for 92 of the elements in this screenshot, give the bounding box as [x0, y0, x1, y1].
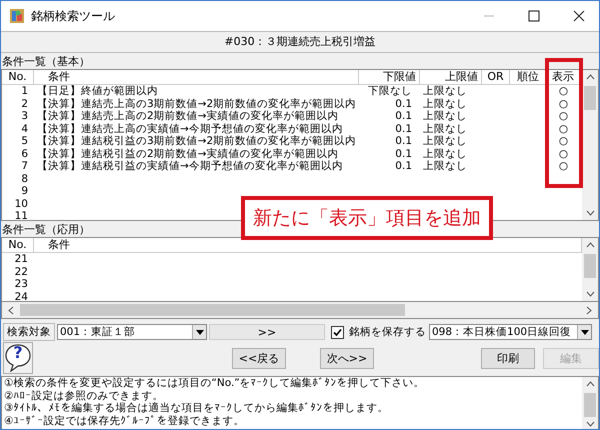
maximize-icon[interactable]: [528, 10, 540, 22]
table-cell-text: 【決算】連結売上高の2期前数値→実績値の変化率が範囲以内: [36, 110, 340, 122]
table-cell-text: 上限なし: [422, 110, 468, 122]
chevron-up-icon[interactable]: [586, 242, 594, 248]
chevron-left-icon[interactable]: [8, 306, 14, 314]
section-label: 条件一覧（基本）: [1, 55, 90, 68]
table-cell-text: 7: [20, 160, 29, 172]
scrollbar[interactable]: [1, 302, 599, 319]
dropdown[interactable]: 098：本日株価100日線回復: [429, 324, 592, 340]
table-cell-text: 9: [20, 185, 29, 198]
scrollbar[interactable]: [582, 238, 598, 301]
table-cell-text: 10: [14, 198, 29, 210]
column-header: No.: [2, 238, 34, 252]
app-icon: [9, 8, 25, 24]
table-cell-text: 0.1: [394, 110, 413, 122]
column-header: 順位: [510, 70, 547, 84]
button[interactable]: 次へ>>: [320, 348, 374, 368]
table-cell-text: 【決算】連結税引益の実績値→今期予想値の変化率が範囲以内: [36, 160, 344, 172]
table-cell-text: 3: [20, 110, 29, 122]
screen-heading: #030：３期連続売上税引増益: [1, 31, 599, 53]
scroll-thumb[interactable]: [584, 86, 596, 110]
dropdown[interactable]: 001：東証１部: [57, 324, 207, 340]
instruction-text: ③ﾀｲﾄﾙ、ﾒﾓを編集する場合は適当な項目をﾏｰｸしてから編集ﾎﾞﾀﾝを押します。: [4, 402, 390, 414]
table-cell-text: 【決算】連結税引益の2期前数値→実績値の変化率が範囲以内: [36, 148, 340, 160]
mark-symbol: ○: [558, 122, 570, 135]
table-cell-text: 4: [20, 122, 29, 135]
help-button[interactable]: ?: [3, 342, 33, 374]
column-header: 下限値: [359, 70, 420, 84]
table-cell-text: 上限なし: [422, 122, 468, 135]
checkbox-label: 銘柄を保存する: [349, 325, 426, 339]
chevron-up-icon[interactable]: [586, 74, 594, 80]
caret-icon[interactable]: [580, 330, 588, 334]
table-cell-text: 上限なし: [422, 98, 468, 110]
expand-button[interactable]: >>: [209, 324, 325, 340]
table-cell-text: 5: [20, 135, 29, 148]
checkmark-icon: [332, 326, 343, 338]
chevron-down-icon[interactable]: [586, 291, 594, 297]
table-cell-text: 0.1: [394, 135, 413, 148]
table-cell-text: 0.1: [394, 160, 413, 172]
section-label: 条件一覧（応用）: [1, 223, 90, 236]
instruction-text: ②ﾊﾛｰ設定は参照のみできます。: [4, 390, 164, 402]
chevron-down-icon[interactable]: [586, 210, 594, 216]
chevron-down-icon[interactable]: [586, 421, 594, 427]
window-title: 銘柄検索ツール: [31, 8, 115, 24]
mark-symbol: ○: [558, 135, 570, 148]
table-cell-text: 11: [14, 210, 29, 220]
mark-symbol: ○: [558, 110, 570, 122]
mark-symbol: ○: [558, 148, 570, 160]
table-cell-text: 【決算】連結売上高の3期前数値→2期前数値の変化率が範囲以内: [36, 98, 358, 110]
table-cell-text: 0.1: [394, 122, 413, 135]
mark-symbol: ○: [558, 98, 570, 110]
caret-icon[interactable]: [196, 330, 204, 334]
scroll-thumb[interactable]: [20, 304, 405, 316]
column-header: OR: [482, 70, 510, 84]
scroll-thumb[interactable]: [584, 393, 596, 417]
column-header: No.: [2, 70, 34, 84]
checkbox[interactable]: [331, 326, 344, 338]
table-cell-text: 22: [14, 266, 29, 278]
mark-symbol: ○: [558, 85, 570, 98]
button[interactable]: 印刷: [481, 348, 535, 368]
table-cell-text: 23: [14, 278, 29, 290]
field-label: 検索対象: [3, 323, 55, 341]
close-icon[interactable]: [573, 10, 585, 22]
table-cell-text: 0.1: [394, 148, 413, 160]
column-header: 上限値: [420, 70, 482, 84]
table-cell-text: 【決算】連結税引益の3期前数値→2期前数値の変化率が範囲以内: [36, 135, 358, 148]
table-cell-text: 0.1: [394, 98, 413, 110]
scrollbar[interactable]: [582, 377, 598, 429]
table-cell-text: 8: [20, 172, 29, 185]
button[interactable]: <<戻る: [232, 348, 286, 368]
table-cell-text: 6: [20, 148, 29, 160]
table-cell-text: 【日足】終値が範囲以内: [36, 85, 159, 98]
table-cell-text: 1: [20, 85, 29, 98]
scroll-thumb[interactable]: [584, 254, 596, 278]
chevron-right-icon[interactable]: [586, 306, 592, 314]
column-header: 条件: [34, 70, 359, 84]
table-cell-text: 21: [14, 253, 29, 266]
table-cell-text: 24: [14, 290, 29, 301]
table-cell-text: 【決算】連結売上高の実績値→今期予想値の変化率が範囲以内: [36, 122, 344, 135]
instruction-text: ①検索の条件を変更や設定するには項目の“No.”をﾏｰｸして編集ﾎﾞﾀﾝを押して下さい。: [4, 377, 426, 390]
column-header: 表示: [547, 70, 580, 84]
table-cell-text: 下限なし: [367, 85, 413, 98]
table-cell-text: 上限なし: [422, 148, 468, 160]
mark-symbol: ○: [558, 160, 570, 172]
instruction-text: ④ﾕｰｻﾞｰ設定では保存先ｸﾞﾙｰﾌﾟを登録できます。: [4, 414, 246, 427]
table-cell-text: 上限なし: [422, 135, 468, 148]
chevron-up-icon[interactable]: [586, 381, 594, 387]
scrollbar[interactable]: [582, 70, 598, 220]
table-cell-text: 上限なし: [422, 160, 468, 172]
table-cell-text: 上限なし: [422, 85, 468, 98]
callout-label: 新たに「表示」項目を追加: [241, 196, 493, 240]
table-cell-text: 2: [20, 98, 29, 110]
